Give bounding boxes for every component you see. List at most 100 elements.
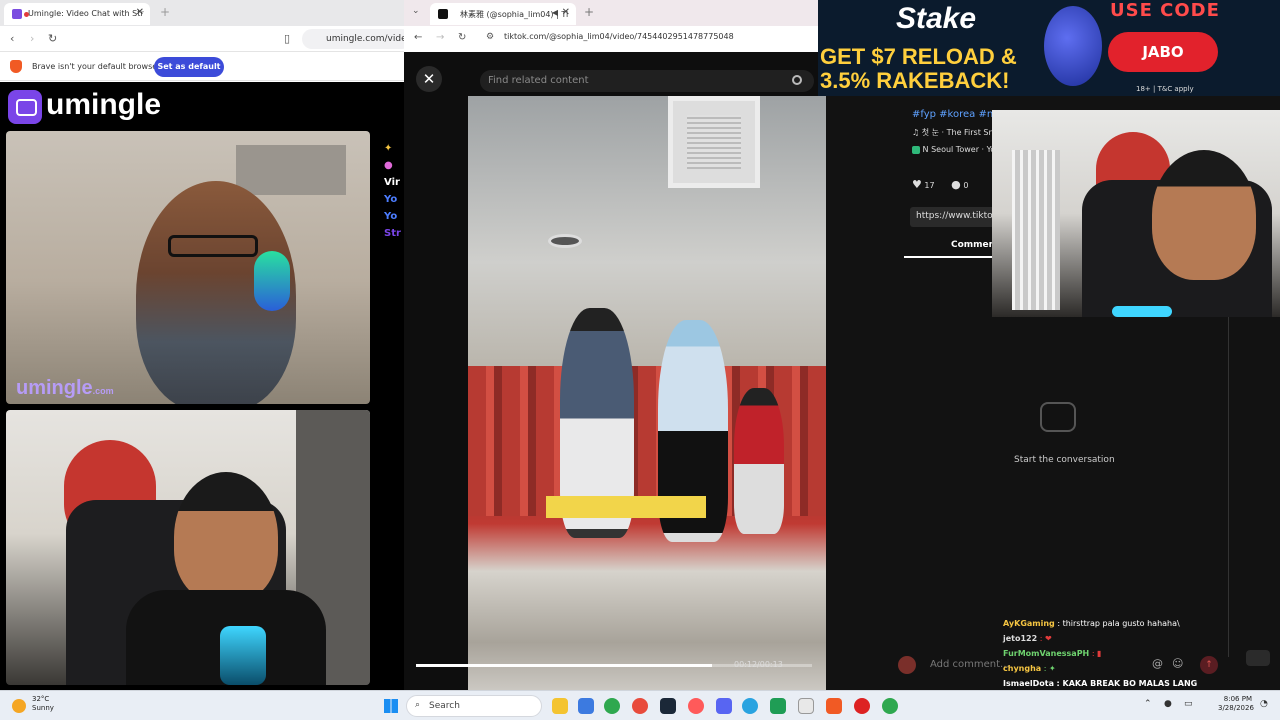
tiktok-address-bar: ← → ↻ ⚙ tiktok.com/@sophia_lim04/video/7… — [404, 26, 826, 52]
streamer-face — [1152, 150, 1256, 280]
back-icon[interactable]: ← — [414, 32, 422, 43]
bookmark-icon[interactable]: ▯ — [284, 32, 290, 45]
streamer-face — [174, 472, 278, 602]
side-text-3: Yo — [384, 211, 398, 222]
tab-menu-chevron-icon[interactable]: ⌄ — [412, 6, 420, 16]
sparkle-icon: ✦ — [384, 143, 393, 154]
umingle-logo-text: umingle — [46, 88, 162, 121]
cricket-ball-graphic — [1044, 6, 1102, 86]
glasses — [168, 235, 258, 257]
stranger-video: umingle.com — [6, 131, 370, 404]
copilot-icon[interactable] — [578, 698, 594, 714]
rgb-microphone — [220, 626, 266, 685]
forward-icon[interactable]: → — [436, 32, 444, 43]
tiktok-video[interactable] — [468, 96, 826, 690]
reload-icon[interactable]: ↻ — [458, 32, 466, 43]
stream-chat-overlay: AyKGaming : thirsttrap pala gusto hahaha… — [1003, 616, 1229, 691]
heart-icon[interactable]: ♥ — [912, 178, 922, 191]
brave-icon[interactable] — [826, 698, 842, 714]
promo-code-button: JABO — [1108, 32, 1218, 72]
self-video — [6, 410, 370, 685]
comment-icon[interactable]: ● — [951, 178, 961, 191]
search-icon: ⌕ — [415, 700, 421, 710]
tab-tiktok[interactable]: 林素雅 (@sophia_lim04) | Ti ◀ ✕ — [430, 3, 576, 25]
recording-dot-icon — [24, 12, 29, 17]
like-count: 17 — [924, 181, 935, 190]
side-text-4: Str — [384, 228, 401, 239]
umingle-browser-window: Umingle: Video Chat with Str ✕ + ‹ › ↻ ▯… — [0, 0, 404, 690]
streamer-webcam — [992, 110, 1280, 317]
weather-widget[interactable]: 32°C Sunny — [32, 695, 54, 713]
ad-line-1: GET $7 RELOAD & — [820, 44, 1017, 69]
baby-gate — [1012, 150, 1060, 310]
obs-icon[interactable] — [854, 698, 870, 714]
chat-message: IsmaelDota : KAKA BREAK BO MALAS LANG — [1003, 676, 1229, 691]
system-clock[interactable]: 8:06 PM 3/28/2026 — [1218, 695, 1254, 713]
chat-text: : ✦ — [1043, 664, 1056, 673]
send-arrow-icon[interactable] — [1246, 650, 1270, 666]
video-progress-played[interactable] — [416, 664, 712, 667]
url-field[interactable]: umingle.com/video/ — [302, 29, 404, 49]
windows-start-icon[interactable] — [384, 699, 398, 713]
tray-chevron-icon[interactable]: ⌃ — [1144, 699, 1152, 709]
tab-audio-icon[interactable]: ◀ — [552, 8, 558, 17]
tiktok-favicon — [438, 9, 448, 19]
temperature: 32°C — [32, 695, 50, 703]
forward-icon[interactable]: › — [30, 32, 34, 45]
rgb-headset — [254, 251, 290, 311]
app-icon-doc[interactable] — [798, 698, 814, 714]
chat-text: : thirsttrap pala gusto hahaha\ — [1057, 619, 1180, 628]
globe-icon: ● — [384, 160, 393, 171]
location-pin-icon — [912, 145, 920, 154]
clock-date: 3/28/2026 — [1218, 704, 1254, 712]
tiktok-url-field[interactable]: tiktok.com/@sophia_lim04/video/745440295… — [504, 32, 734, 41]
tab-umingle[interactable]: Umingle: Video Chat with Str ✕ — [4, 3, 150, 25]
chrome-icon[interactable] — [604, 698, 620, 714]
reload-icon[interactable]: ↻ — [48, 32, 57, 45]
chat-text: : ❤ — [1039, 634, 1052, 643]
chat-message: jeto122 : ❤ — [1003, 631, 1229, 646]
notification-bell-icon[interactable]: ◔ — [1260, 699, 1268, 709]
close-video-button[interactable]: ✕ — [416, 66, 442, 92]
stake-brand: Stake — [896, 2, 977, 35]
side-text-2: Yo — [384, 194, 398, 205]
file-explorer-icon[interactable] — [552, 698, 568, 714]
steam-icon[interactable] — [660, 698, 676, 714]
back-icon[interactable]: ‹ — [10, 32, 14, 45]
tab-title: Umingle: Video Chat with Str — [28, 9, 144, 18]
telegram-icon[interactable] — [742, 698, 758, 714]
taskbar-search[interactable]: ⌕ Search — [406, 695, 542, 717]
close-tab-icon[interactable]: ✕ — [562, 7, 570, 18]
copy-link-field[interactable]: https://www.tiktok — [910, 207, 998, 227]
battery-icon[interactable]: ▭ — [1184, 699, 1193, 709]
location-text: N Seoul Tower · Yo — [922, 145, 996, 154]
start-conversation-text: Start the conversation — [1014, 455, 1115, 465]
discord-icon[interactable] — [716, 698, 732, 714]
find-related-search[interactable]: Find related content — [480, 70, 814, 92]
chat-message: AyKGaming : thirsttrap pala gusto hahaha… — [1003, 616, 1229, 631]
site-settings-icon[interactable]: ⚙ — [486, 32, 494, 42]
app-icon-green[interactable] — [770, 698, 786, 714]
mic-icon[interactable]: ● — [1164, 699, 1172, 709]
chrome-icon-2[interactable] — [882, 698, 898, 714]
set-as-default-button[interactable]: Set as default — [154, 57, 224, 77]
bystander — [734, 388, 784, 534]
ceiling-ac-vent — [668, 96, 760, 188]
window-glass-blocks — [236, 145, 346, 195]
chat-user: AyKGaming — [1003, 619, 1055, 628]
post-location[interactable]: N Seoul Tower · Yo — [912, 145, 995, 154]
infobar-text: Brave isn't your default browser — [32, 62, 161, 71]
sun-icon[interactable] — [12, 699, 26, 713]
new-tab-button[interactable]: + — [160, 5, 170, 19]
post-music[interactable]: ♫ 첫 눈 · The First Sn — [912, 127, 994, 138]
video-time: 00:12/00:13 — [734, 660, 783, 669]
post-stats: ♥ 17 ● 0 — [912, 178, 968, 191]
close-tab-icon[interactable]: ✕ — [136, 7, 144, 18]
new-tab-button[interactable]: + — [584, 5, 594, 19]
search-icon[interactable] — [792, 75, 802, 85]
windows-taskbar: 32°C Sunny ⌕ Search ⌃ ● ▭ 8:06 PM 3/28/2… — [0, 690, 1280, 720]
umingle-side-text: ✦ ● Vir Yo Yo Str — [384, 140, 401, 242]
chrome-profile-icon[interactable] — [632, 698, 648, 714]
chat-user: chyngha — [1003, 664, 1042, 673]
app-icon[interactable] — [688, 698, 704, 714]
